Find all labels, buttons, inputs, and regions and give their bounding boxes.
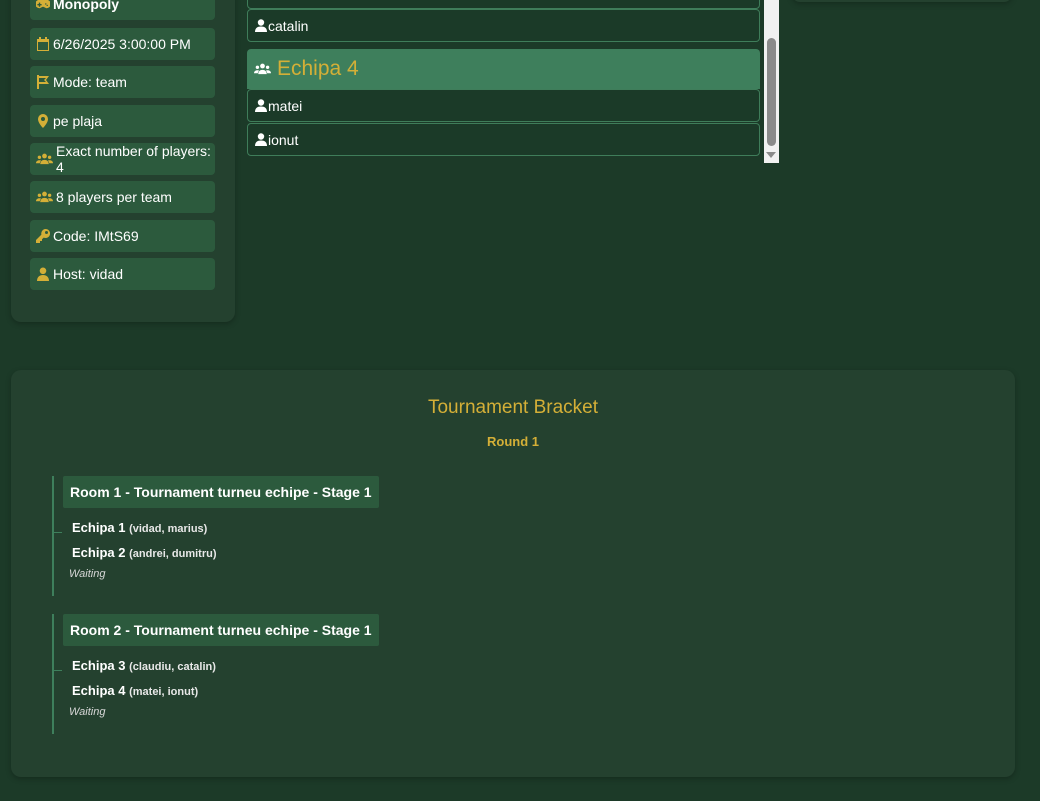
player-row-partial <box>247 0 760 9</box>
info-players-per-team: 8 players per team <box>30 181 215 213</box>
team-members: (matei, ionut) <box>129 686 199 698</box>
team-header-echipa-4: Echipa 4 <box>247 49 760 89</box>
user-icon <box>36 267 50 281</box>
info-host: Host: vidad <box>30 258 215 290</box>
info-code: Code: IMtS69 <box>30 220 215 252</box>
info-mode: Mode: team <box>30 66 215 98</box>
team-members: (andrei, dumitru) <box>129 548 217 560</box>
info-game-text: Monopoly <box>53 0 120 12</box>
info-location-text: pe plaja <box>53 113 103 129</box>
info-datetime-text: 6/26/2025 3:00:00 PM <box>53 36 191 52</box>
user-icon <box>255 99 267 112</box>
team-list-panel[interactable]: catalin Echipa 4 matei ionut <box>247 0 761 160</box>
team-name: Echipa 4 <box>277 57 359 80</box>
calendar-icon <box>36 37 50 51</box>
match-header: Room 1 - Tournament turneu echipe - Stag… <box>63 476 379 508</box>
map-marker-icon <box>36 114 50 128</box>
match-status: Waiting <box>69 568 106 580</box>
match-team: Echipa 4 (matei, ionut) <box>72 683 198 698</box>
key-icon <box>36 229 50 243</box>
info-mode-text: Mode: team <box>53 74 127 90</box>
team-members: (claudiu, catalin) <box>129 661 216 673</box>
users-icon <box>36 152 53 166</box>
team-name: Echipa 1 <box>72 520 126 535</box>
scrollbar-thumb[interactable] <box>767 38 776 146</box>
match-card: Room 1 - Tournament turneu echipe - Stag… <box>52 476 379 596</box>
info-host-text: Host: vidad <box>53 266 124 282</box>
bracket-title: Tournament Bracket <box>427 397 599 418</box>
right-panel-edge <box>792 0 1012 2</box>
flag-icon <box>36 75 50 89</box>
match-team: Echipa 3 (claudiu, catalin) <box>72 658 216 673</box>
info-datetime: 6/26/2025 3:00:00 PM <box>30 28 215 60</box>
match-team: Echipa 1 (vidad, marius) <box>72 520 207 535</box>
bracket-connector <box>54 670 62 671</box>
player-row: catalin <box>247 9 760 42</box>
info-players-per-team-text: 8 players per team <box>56 189 172 205</box>
users-icon <box>36 190 53 204</box>
team-name: Echipa 4 <box>72 683 126 698</box>
player-row: ionut <box>247 123 760 156</box>
match-status: Waiting <box>69 706 106 718</box>
info-players-exact: Exact number of players: 4 <box>30 143 215 175</box>
bracket-connector <box>54 532 62 533</box>
info-players-exact-text: Exact number of players: 4 <box>56 143 211 175</box>
match-card: Room 2 - Tournament turneu echipe - Stag… <box>52 614 379 734</box>
team-name: Echipa 2 <box>72 545 126 560</box>
info-location: pe plaja <box>30 105 215 137</box>
game-info-card: Monopoly 6/26/2025 3:00:00 PM Mode: team… <box>11 0 235 322</box>
info-code-text: Code: IMtS69 <box>53 228 139 244</box>
team-name: Echipa 3 <box>72 658 126 673</box>
team-list-scrollbar[interactable] <box>764 0 779 163</box>
info-game: Monopoly <box>30 0 215 20</box>
match-team: Echipa 2 (andrei, dumitru) <box>72 545 216 560</box>
tournament-bracket: Tournament Bracket Round 1 Room 1 - Tour… <box>11 370 1015 777</box>
round-label: Round 1 <box>487 434 539 449</box>
match-header: Room 2 - Tournament turneu echipe - Stag… <box>63 614 379 646</box>
player-name: matei <box>268 97 303 114</box>
gamepad-icon <box>36 0 50 11</box>
player-name: catalin <box>268 17 309 34</box>
user-icon <box>255 19 267 32</box>
player-row: matei <box>247 89 760 122</box>
player-name: ionut <box>268 131 299 148</box>
scroll-down-arrow-icon[interactable] <box>766 152 776 158</box>
team-members: (vidad, marius) <box>129 523 208 535</box>
user-icon <box>255 133 267 146</box>
users-icon <box>254 62 271 76</box>
